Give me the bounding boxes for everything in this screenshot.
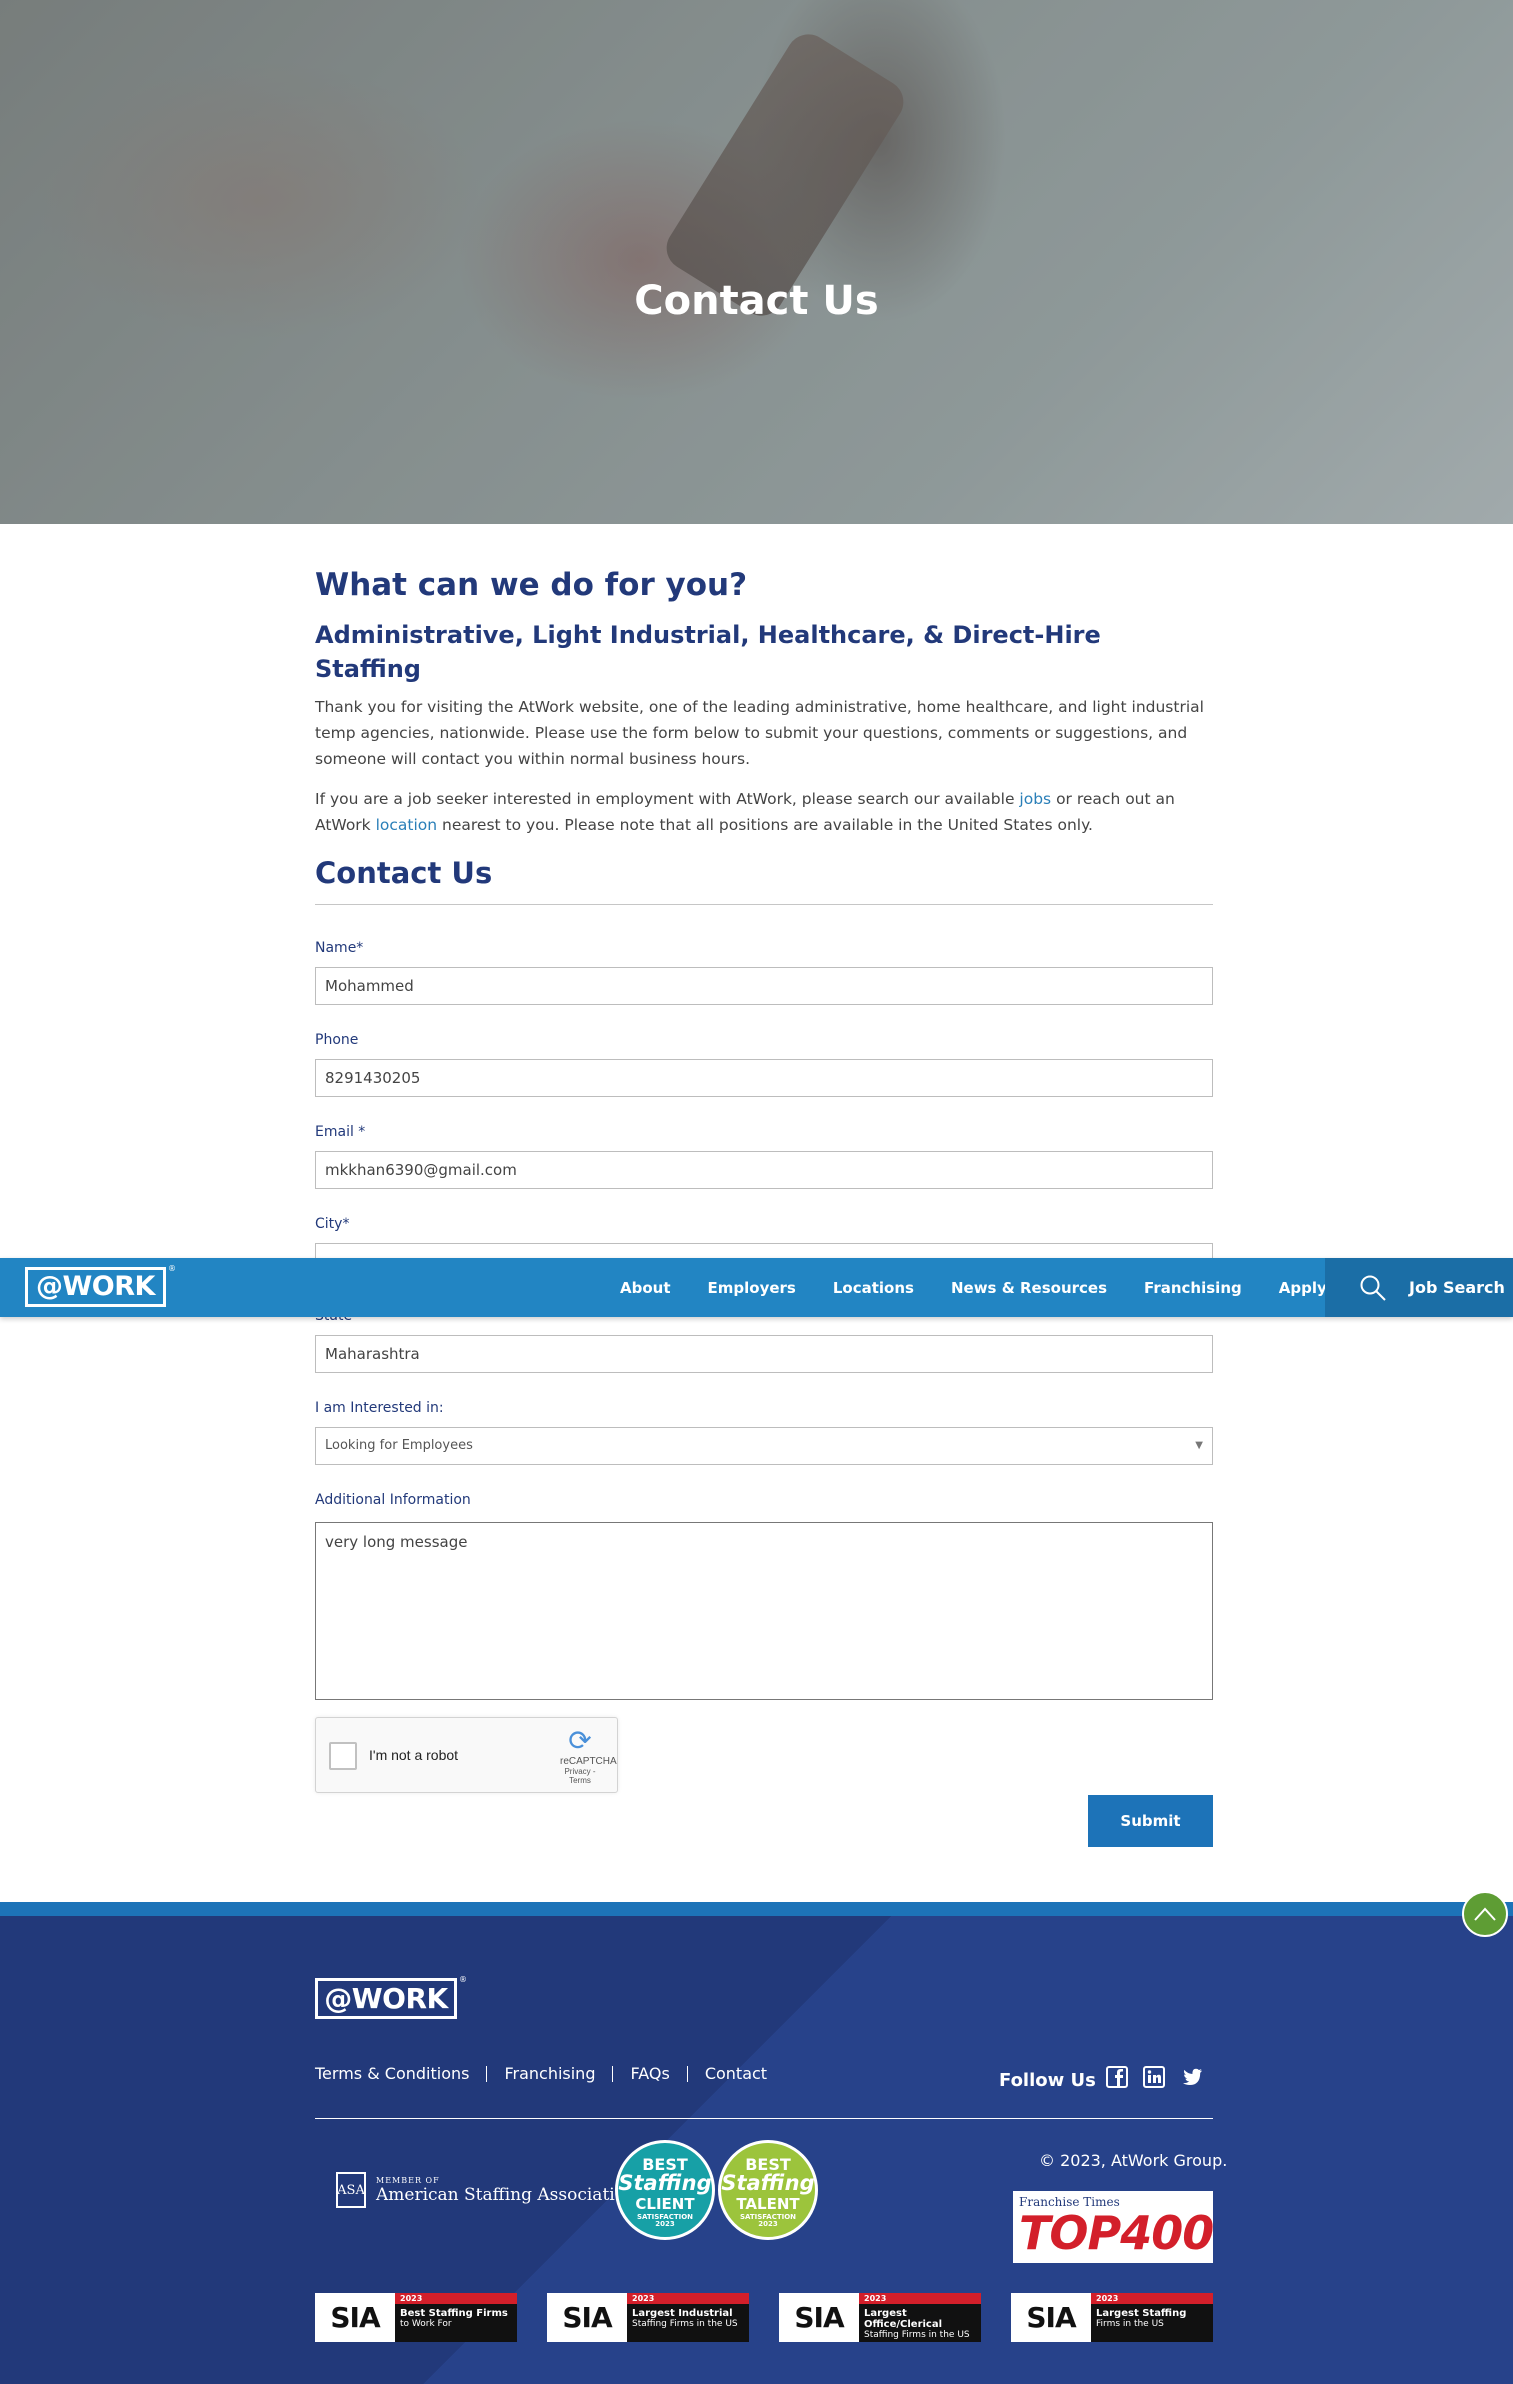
chevron-up-icon [1474, 1907, 1496, 1921]
footer-stripe [0, 1902, 1513, 1916]
phone-label: Phone [315, 1032, 359, 1048]
recaptcha-terms[interactable]: Privacy - Terms [560, 1767, 600, 1785]
atwork-logo[interactable]: @WORK [25, 1267, 166, 1307]
jobs-link[interactable]: jobs [1019, 790, 1051, 808]
state-input[interactable]: Maharashtra [315, 1335, 1213, 1373]
additional-info-label: Additional Information [315, 1492, 471, 1508]
hero-banner: Contact Us [0, 0, 1513, 524]
interest-label: I am Interested in: [315, 1400, 444, 1416]
nav-item-franchising[interactable]: Franchising [1144, 1279, 1242, 1297]
nav-item-about[interactable]: About [620, 1279, 671, 1297]
footer-link-terms[interactable]: Terms & Conditions [315, 2066, 486, 2082]
intro-section: What can we do for you? Administrative, … [315, 562, 1213, 838]
sia-badge-largest-staffing: SIA 2023 Largest Staffing Firms in the U… [1011, 2293, 1213, 2342]
additional-info-textarea[interactable]: very long message [315, 1522, 1213, 1700]
recaptcha-icon: ⟳ [568, 1724, 592, 1757]
job-search-label: Job Search [1409, 1278, 1505, 1297]
footer-registered-mark: ® [459, 1975, 467, 1984]
copyright-text: © 2023, AtWork Group. [1039, 2151, 1228, 2170]
nav-item-locations[interactable]: Locations [833, 1279, 914, 1297]
main-navbar: @WORK ® About Employers Locations News &… [0, 1258, 1513, 1317]
asa-member-logo: ASA MEMBER OF American Staffing Associat… [336, 2172, 636, 2208]
footer-divider [315, 2118, 1213, 2119]
asa-member-of: MEMBER OF [376, 2175, 440, 2185]
asa-mark-icon: ASA [336, 2172, 366, 2208]
name-input[interactable]: Mohammed [315, 967, 1213, 1005]
nav-item-news-resources[interactable]: News & Resources [951, 1279, 1107, 1297]
nav-menu: About Employers Locations News & Resourc… [620, 1258, 1406, 1317]
top400-label: TOP400 [1019, 2206, 1214, 2260]
registered-mark: ® [168, 1264, 176, 1273]
job-search-button[interactable]: Job Search [1325, 1258, 1513, 1317]
facebook-icon[interactable] [1106, 2066, 1128, 2088]
phone-input[interactable]: 8291430205 [315, 1059, 1213, 1097]
footer-link-franchising[interactable]: Franchising [486, 2066, 612, 2082]
recaptcha-logo: ⟳ reCAPTCHA Privacy - Terms [560, 1724, 617, 1786]
recaptcha-label: I'm not a robot [369, 1747, 459, 1763]
footer-links: Terms & Conditions Franchising FAQs Cont… [315, 2066, 784, 2082]
recaptcha-widget: I'm not a robot ⟳ reCAPTCHA Privacy - Te… [315, 1717, 618, 1793]
location-link[interactable]: location [376, 816, 438, 834]
nav-item-employers[interactable]: Employers [708, 1279, 796, 1297]
franchise-times-top400-logo: Franchise Times TOP400 [1013, 2191, 1214, 2263]
email-input[interactable]: mkkhan6390@gmail.com [315, 1151, 1213, 1189]
interest-select[interactable]: Looking for Employees ▼ [315, 1427, 1213, 1465]
interest-selected-value: Looking for Employees [325, 1438, 473, 1453]
email-label: Email * [315, 1124, 366, 1140]
name-label: Name* [315, 940, 364, 956]
sia-badge-best-firms: SIA 2023 Best Staffing Firms to Work For [315, 2293, 517, 2342]
intro-paragraph-2: If you are a job seeker interested in em… [315, 790, 1175, 834]
contact-form-title: Contact Us [315, 856, 1213, 905]
best-staffing-talent-badge: BEST Staffing TALENT SATISFACTION 2023 [718, 2140, 818, 2240]
city-label: City* [315, 1216, 350, 1232]
caret-down-icon: ▼ [1195, 1440, 1203, 1451]
follow-us-label: Follow Us [999, 2070, 1096, 2091]
recaptcha-checkbox[interactable] [329, 1742, 357, 1770]
recaptcha-brand: reCAPTCHA [560, 1756, 617, 1767]
submit-button[interactable]: Submit [1088, 1795, 1213, 1847]
search-icon [1360, 1275, 1386, 1301]
scroll-to-top-button[interactable] [1462, 1891, 1508, 1937]
footer-link-contact[interactable]: Contact [686, 2066, 784, 2082]
page-title: Contact Us [634, 278, 879, 324]
asa-name: American Staffing Association [376, 2184, 636, 2205]
linkedin-icon[interactable] [1143, 2066, 1165, 2088]
twitter-icon[interactable] [1181, 2066, 1203, 2088]
intro-heading: What can we do for you? [315, 567, 748, 603]
intro-subheading: Administrative, Light Industrial, Health… [315, 621, 1101, 683]
sia-badge-largest-office: SIA 2023 Largest Office/Clerical Staffin… [779, 2293, 981, 2342]
footer-link-faqs[interactable]: FAQs [612, 2066, 686, 2082]
sia-badge-largest-industrial: SIA 2023 Largest Industrial Staffing Fir… [547, 2293, 749, 2342]
best-staffing-client-badge: BEST Staffing CLIENT SATISFACTION 2023 [615, 2140, 715, 2240]
intro-paragraph-1: Thank you for visiting the AtWork websit… [315, 698, 1204, 768]
footer-atwork-logo[interactable]: @WORK [315, 1978, 457, 2019]
